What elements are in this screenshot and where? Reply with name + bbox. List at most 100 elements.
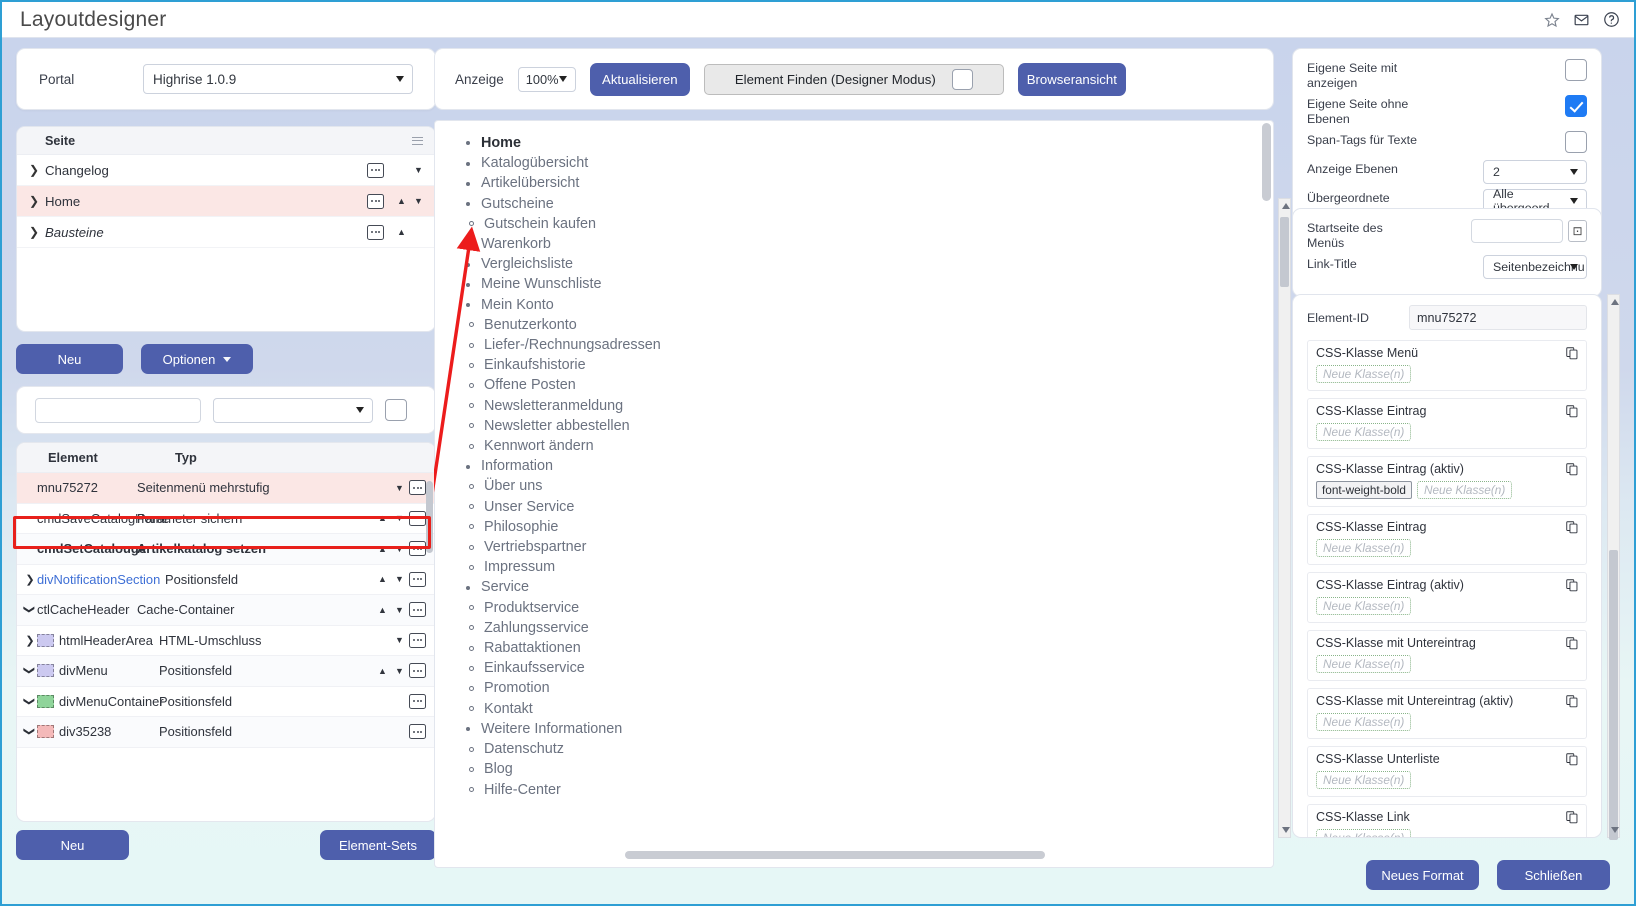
css-class-placeholder[interactable]: Neue Klasse(n) [1316,655,1412,673]
submenu-item[interactable]: Rabattaktionen [449,638,1273,658]
move-down-icon[interactable]: ▼ [392,513,407,523]
table-row[interactable]: cmdSetCatalouge Artikelkatalog setzen ▲ ▼ [17,534,435,565]
submenu-item[interactable]: Philosophie [449,517,1273,537]
browser-view-button[interactable]: Browseransicht [1017,62,1126,96]
element-filter-select[interactable] [213,397,373,423]
table-row[interactable]: ❯ divNotificationSection Positionsfeld ▲ ▼ [17,565,435,595]
startseite-picker-icon[interactable]: ⊡ [1568,220,1587,242]
row-menu-icon[interactable] [367,193,384,209]
anzeige-ebenen-select[interactable]: 2 [1483,160,1587,184]
refresh-button[interactable]: Aktualisieren [589,62,690,96]
link-title-select[interactable]: Seitenbezeichnu [1483,255,1587,279]
css-class-placeholder[interactable]: Neue Klasse(n) [1316,539,1412,557]
row-menu-icon[interactable] [409,724,426,740]
scrollbar-thumb[interactable] [1280,217,1289,287]
submenu-item[interactable]: Datenschutz [449,739,1273,759]
submenu-item[interactable]: Zahlungsservice [449,618,1273,638]
menu-item[interactable]: Katalogübersicht [449,153,1273,173]
scroll-down-icon[interactable] [1282,827,1290,833]
submenu-item[interactable]: Vertriebspartner [449,537,1273,557]
move-down-icon[interactable]: ▼ [392,605,407,615]
scroll-up-icon[interactable] [1611,299,1619,305]
submenu-item[interactable]: Benutzerkonto [449,315,1273,335]
scrollbar-thumb[interactable] [1262,123,1271,201]
css-class-placeholder[interactable]: Neue Klasse(n) [1316,829,1412,837]
table-row[interactable]: ❯ ctlCacheHeader Cache-Container ▲ ▼ [17,595,435,626]
expand-icon[interactable]: ❯ [29,194,45,208]
css-class-placeholder[interactable]: Neue Klasse(n) [1316,771,1412,789]
row-menu-icon[interactable] [409,571,426,587]
right-panel-outer-scrollbar[interactable] [1278,198,1291,838]
copy-icon[interactable] [1565,752,1579,771]
element-filter-checkbox[interactable] [385,399,407,421]
submenu-item[interactable]: Impressum [449,557,1273,577]
move-up-icon[interactable]: ▲ [393,196,410,206]
copy-icon[interactable] [1565,346,1579,365]
copy-icon[interactable] [1565,520,1579,539]
table-row[interactable]: ❯ htmlHeaderArea HTML-Umschluss ▼ [17,626,435,656]
submenu-item[interactable]: Offene Posten [449,375,1273,395]
menu-item[interactable]: Artikelübersicht [449,173,1273,193]
scrollbar-thumb[interactable] [426,481,433,553]
row-menu-icon[interactable] [367,224,384,240]
expand-icon[interactable]: ❯ [17,664,37,677]
css-class-placeholder[interactable]: Neue Klasse(n) [1316,365,1412,383]
expand-icon[interactable]: ❯ [29,163,45,177]
submenu-item[interactable]: Unser Service [449,497,1273,517]
element-id-input[interactable] [1409,305,1587,330]
star-icon[interactable] [1544,12,1560,28]
menu-item[interactable]: Information [449,456,1273,476]
css-class-chip[interactable]: font-weight-bold [1316,481,1412,499]
menu-item[interactable]: Weitere Informationen [449,719,1273,739]
display-option-checkbox[interactable] [1565,59,1587,81]
submenu-item[interactable]: Gutschein kaufen [449,214,1273,234]
page-row[interactable]: ❯ Changelog ▼ [17,155,435,186]
new-format-button[interactable]: Neues Format [1366,860,1479,890]
copy-icon[interactable] [1565,462,1579,481]
css-class-placeholder[interactable]: Neue Klasse(n) [1316,597,1412,615]
expand-icon[interactable]: ❯ [17,695,37,708]
css-class-placeholder[interactable]: Neue Klasse(n) [1316,713,1412,731]
copy-icon[interactable] [1565,578,1579,597]
menu-item[interactable]: Mein Konto [449,295,1273,315]
portal-select[interactable]: Highrise 1.0.9 [143,64,413,94]
expand-icon[interactable]: ❯ [17,634,37,647]
move-up-icon[interactable]: ▲ [393,227,410,237]
submenu-item[interactable]: Kennwort ändern [449,436,1273,456]
element-filter-input[interactable] [35,397,201,423]
row-menu-icon[interactable] [409,693,426,709]
submenu-item[interactable]: Hilfe-Center [449,780,1273,800]
row-menu-icon[interactable] [409,541,426,557]
display-option-checkbox[interactable] [1565,131,1587,153]
menu-item[interactable]: Vergleichsliste [449,254,1273,274]
row-menu-icon[interactable] [409,480,426,496]
menu-item[interactable]: Meine Wunschliste [449,274,1273,294]
page-row[interactable]: ❯ Bausteine ▲ [17,217,435,248]
table-row[interactable]: cmdSaveCatalogHome Parameter sichern ▲ ▼ [17,504,435,534]
move-down-icon[interactable]: ▼ [392,666,407,676]
copy-icon[interactable] [1565,810,1579,829]
element-table-scrollbar[interactable] [426,475,433,821]
move-up-icon[interactable]: ▲ [375,574,390,584]
page-options-button[interactable]: Optionen [141,344,253,374]
submenu-item[interactable]: Blog [449,759,1273,779]
move-down-icon[interactable]: ▼ [410,165,427,175]
move-up-icon[interactable]: ▲ [375,605,390,615]
menu-item[interactable]: Service [449,577,1273,597]
mail-icon[interactable] [1573,12,1590,28]
find-element-designer-toggle[interactable]: Element Finden (Designer Modus) [703,63,1004,95]
table-row[interactable]: ❯ divMenuContainer Positionsfeld [17,687,435,717]
row-menu-icon[interactable] [367,162,384,178]
submenu-item[interactable]: Kontakt [449,699,1273,719]
copy-icon[interactable] [1565,404,1579,423]
submenu-item[interactable]: Promotion [449,678,1273,698]
move-up-icon[interactable]: ▲ [375,544,390,554]
scroll-up-icon[interactable] [1282,203,1290,209]
scrollbar-thumb[interactable] [1609,550,1618,840]
table-row[interactable]: mnu75272 Seitenmenü mehrstufig ▼ [17,473,435,504]
element-sets-button[interactable]: Element-Sets [320,830,436,860]
help-icon[interactable] [1603,11,1620,28]
move-down-icon[interactable]: ▼ [392,574,407,584]
expand-icon[interactable]: ❯ [17,573,37,586]
row-menu-icon[interactable] [409,510,426,526]
